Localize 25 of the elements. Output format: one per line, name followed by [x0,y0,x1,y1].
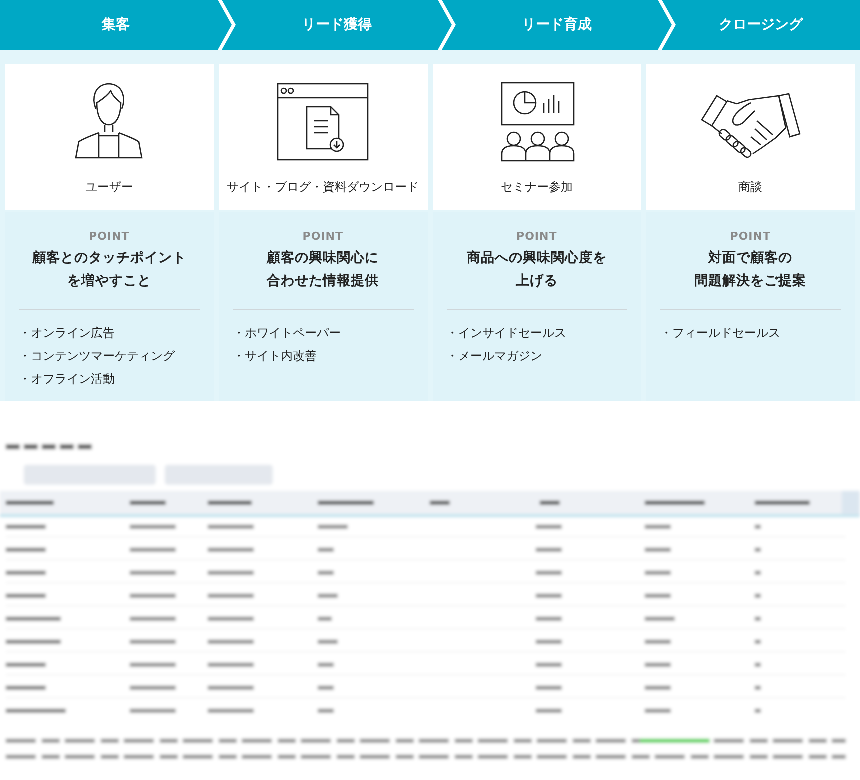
point-label: POINT [302,230,344,243]
stage-header: リード育成 [442,0,672,50]
card-caption: サイト・ブログ・資料ダウンロード [227,179,420,196]
point-label: POINT [516,230,558,243]
list-item: ・フィールドセールス [660,325,780,342]
point-title: 商品への興味関心度を 上げる [466,249,607,291]
stage-header: リード獲得 [222,0,452,50]
stage-header: 集客 [0,0,232,50]
list-item: ・オフライン活動 [19,371,115,388]
card-caption: ユーザー [85,179,134,196]
stage-header: クロージング [662,0,860,50]
point-title: 顧客とのタッチポイント を増やすこと [32,249,186,291]
card-caption: 商談 [738,179,763,196]
point-label: POINT [730,230,771,243]
card-caption: セミナー参加 [500,179,573,196]
list-item: ・ホワイトペーパー [232,325,341,342]
list-item: ・サイト内改善 [232,348,317,365]
point-label: POINT [89,230,130,243]
point-title: 顧客の興味関心に 合わせた情報提供 [267,249,380,291]
point-title: 対面で顧客の 問題解決をご提案 [694,249,807,291]
document-download-icon [277,83,370,163]
list-item: ・インサイドセールス [446,325,566,342]
list-item: ・オンライン広告 [19,325,115,342]
list-item: ・メールマガジン [446,348,542,365]
list-item: ・コンテンツマーケティング [19,348,175,365]
